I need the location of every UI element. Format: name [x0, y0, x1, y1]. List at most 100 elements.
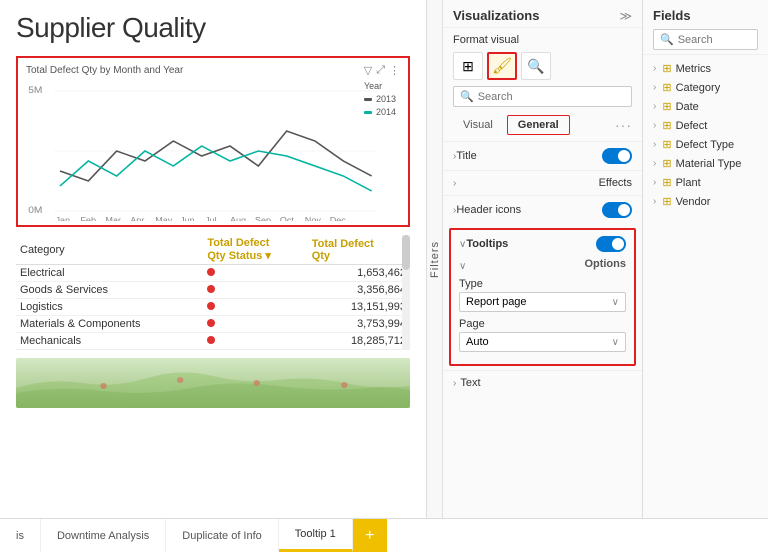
tab-add-button[interactable]: + — [353, 519, 387, 552]
svg-text:Mar: Mar — [105, 216, 121, 221]
field-date-label: Date — [676, 101, 699, 113]
field-material-type[interactable]: › ⊞ Material Type — [643, 154, 768, 173]
svg-text:Jan: Jan — [55, 216, 70, 221]
tab-downtime-analysis[interactable]: Downtime Analysis — [41, 519, 166, 552]
table-row: Materials & Components 3,753,994 — [16, 316, 410, 333]
cat-logistics: Logistics — [16, 299, 203, 316]
tab-is[interactable]: is — [0, 519, 41, 552]
col-category: Category — [16, 235, 203, 265]
table-row: Electrical 1,653,462 — [16, 265, 410, 282]
header-icons-toggle[interactable] — [602, 202, 632, 218]
grid-icon: ⊞ — [462, 58, 474, 75]
legend-2014: 2014 — [376, 107, 396, 117]
field-table-icon: ⊞ — [662, 62, 671, 75]
field-expand-icon: › — [653, 63, 656, 74]
report-canvas: Supplier Quality Total Defect Qty by Mon… — [0, 0, 427, 518]
effects-chevron[interactable]: › — [453, 178, 456, 189]
tab-tooltip1[interactable]: Tooltip 1 — [279, 519, 353, 552]
text-chevron[interactable]: › — [453, 378, 456, 389]
svg-text:5M: 5M — [28, 86, 42, 96]
viz-panel: Visualizations ≫ Format visual ⊞ 🖌 🔍 🔍 V… — [443, 0, 643, 518]
field-metrics[interactable]: › ⊞ Metrics — [643, 59, 768, 78]
options-chevron[interactable]: ∨ — [459, 261, 466, 272]
qty-materials: 3,753,994 — [308, 316, 410, 333]
field-defect-type[interactable]: › ⊞ Defect Type — [643, 135, 768, 154]
viz-panel-title: Visualizations — [453, 8, 539, 23]
filters-strip[interactable]: Filters — [427, 0, 443, 518]
table-row: Goods & Services 3,356,864 — [16, 282, 410, 299]
analytics-icon-btn[interactable]: 🔍 — [521, 52, 551, 80]
field-table-icon: ⊞ — [662, 157, 671, 170]
filters-label[interactable]: Filters — [429, 241, 441, 278]
section-tooltips: ∨ Tooltips ∨ Options Type Report page ∨ — [449, 228, 636, 366]
format-visual-label: Format visual — [443, 28, 642, 50]
field-date[interactable]: › ⊞ Date — [643, 97, 768, 116]
tab-general[interactable]: General — [507, 115, 570, 135]
table-row: Mechanicals 18,285,712 — [16, 333, 410, 350]
field-table-icon: ⊞ — [662, 138, 671, 151]
qty-electrical: 1,653,462 — [308, 265, 410, 282]
tab-visual[interactable]: Visual — [453, 116, 503, 134]
grid-icon-btn[interactable]: ⊞ — [453, 52, 483, 80]
tooltips-toggle[interactable] — [596, 236, 626, 252]
field-table-icon: ⊞ — [662, 119, 671, 132]
tab-duplicate-info[interactable]: Duplicate of Info — [166, 519, 279, 552]
viz-search-box[interactable]: 🔍 — [453, 86, 632, 107]
toggle-knob — [618, 150, 630, 162]
options-label: Options — [584, 258, 626, 270]
status-electrical — [203, 265, 307, 282]
map-area — [16, 358, 410, 408]
col-qty: Total DefectQty — [308, 235, 410, 265]
chart-legend: Year 2013 2014 — [364, 81, 396, 120]
status-mechanicals — [203, 333, 307, 350]
cat-electrical: Electrical — [16, 265, 203, 282]
section-tooltips-label: Tooltips — [466, 238, 508, 250]
field-defect[interactable]: › ⊞ Defect — [643, 116, 768, 135]
section-text-label: Text — [460, 377, 480, 389]
field-plant-label: Plant — [676, 177, 701, 189]
page-dropdown[interactable]: Auto ∨ — [459, 332, 626, 352]
svg-text:Aug: Aug — [230, 216, 246, 221]
title-toggle[interactable] — [602, 148, 632, 164]
type-dropdown[interactable]: Report page ∨ — [459, 292, 626, 312]
report-title: Supplier Quality — [0, 0, 426, 48]
section-effects: › Effects — [443, 170, 642, 195]
tab-duplicate-info-label: Duplicate of Info — [182, 530, 262, 542]
field-table-icon: ⊞ — [662, 81, 671, 94]
legend-2013: 2013 — [376, 94, 396, 104]
field-expand-icon: › — [653, 120, 656, 131]
tab-tooltip1-label: Tooltip 1 — [295, 528, 336, 540]
expand-icon[interactable]: ⤢ — [376, 64, 385, 77]
paint-icon-btn[interactable]: 🖌 — [487, 52, 517, 80]
svg-text:Nov: Nov — [305, 216, 322, 221]
svg-text:Dec: Dec — [330, 216, 347, 221]
add-icon: + — [365, 527, 374, 545]
field-vendor[interactable]: › ⊞ Vendor — [643, 192, 768, 211]
section-title-label: Title — [456, 150, 476, 162]
tab-more-icon[interactable]: ··· — [615, 117, 632, 133]
qty-mechanicals: 18,285,712 — [308, 333, 410, 350]
fields-search-box[interactable]: 🔍 — [653, 29, 758, 50]
tooltips-chevron[interactable]: ∨ — [459, 239, 466, 250]
filter-icon[interactable]: ▽ — [364, 64, 372, 77]
field-defect-type-label: Defect Type — [676, 139, 735, 151]
viz-expand-icon[interactable]: ≫ — [619, 9, 632, 23]
viz-search-input[interactable] — [478, 91, 625, 103]
section-text[interactable]: › Text — [443, 370, 642, 395]
paint-icon: 🖌 — [492, 56, 512, 76]
svg-text:Jul: Jul — [205, 216, 217, 221]
page-dropdown-arrow: ∨ — [612, 337, 619, 348]
toggle-knob — [618, 204, 630, 216]
qty-goods: 3,356,864 — [308, 282, 410, 299]
field-table-icon: ⊞ — [662, 176, 671, 189]
section-header-icons-label: Header icons — [456, 204, 521, 216]
svg-text:Apr: Apr — [130, 216, 144, 221]
field-plant[interactable]: › ⊞ Plant — [643, 173, 768, 192]
viz-search-icon: 🔍 — [460, 90, 474, 103]
svg-text:May: May — [155, 216, 173, 221]
field-expand-icon: › — [653, 82, 656, 93]
field-category[interactable]: › ⊞ Category — [643, 78, 768, 97]
more-icon[interactable]: ⋮ — [389, 64, 400, 77]
fields-search-input[interactable] — [678, 34, 751, 46]
chart-title: Total Defect Qty by Month and Year — [26, 65, 183, 76]
